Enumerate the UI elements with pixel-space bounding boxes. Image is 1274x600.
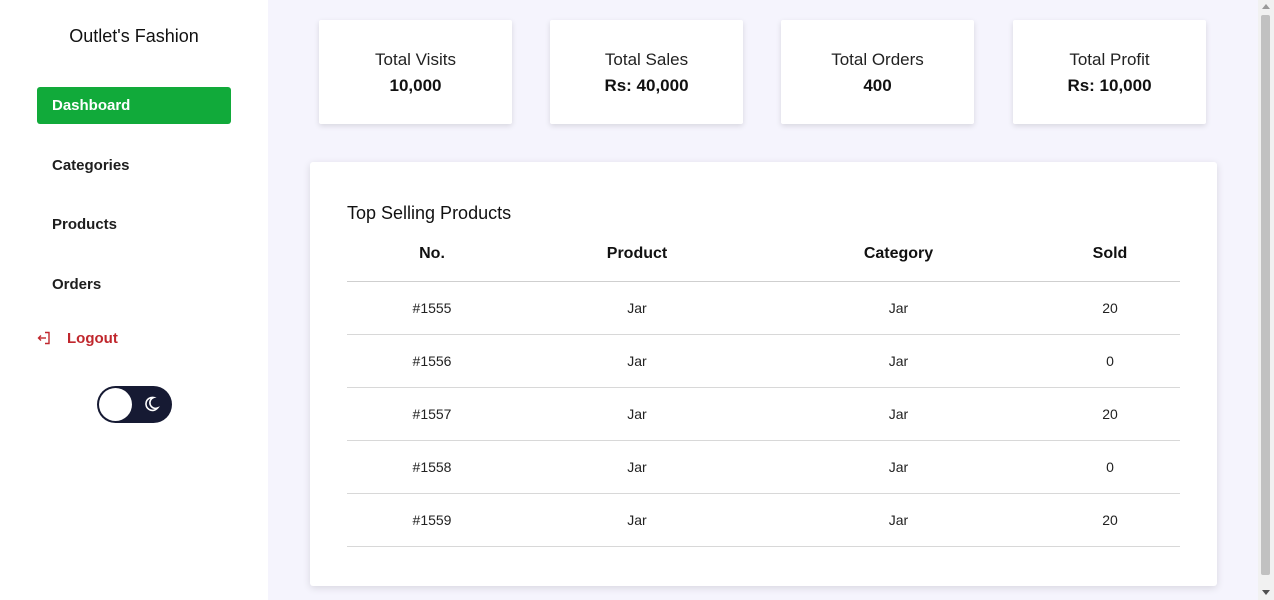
table-cell: Jar bbox=[627, 459, 647, 475]
table-cell: #1558 bbox=[412, 459, 452, 475]
sidebar-item-label: Categories bbox=[52, 157, 130, 174]
table-cell: Jar bbox=[888, 300, 909, 316]
stat-card-visits: Total Visits 10,000 bbox=[319, 20, 512, 124]
table-row: #1559 Jar Jar 20 bbox=[347, 494, 1180, 547]
table-cell: #1556 bbox=[412, 353, 452, 369]
table-cell: 20 bbox=[1102, 300, 1118, 316]
logout-label: Logout bbox=[67, 329, 118, 347]
toggle-knob bbox=[99, 388, 132, 421]
table-row: #1555 Jar Jar 20 bbox=[347, 282, 1180, 335]
products-table: No. Product Category Sold #1555 Jar Jar … bbox=[347, 234, 1180, 547]
table-cell: Jar bbox=[888, 512, 909, 528]
logout-button[interactable]: Logout bbox=[37, 327, 118, 349]
table-cell: Jar bbox=[888, 406, 909, 422]
column-header: Product bbox=[606, 244, 668, 262]
table-cell: #1557 bbox=[412, 406, 452, 422]
stat-value: Rs: 40,000 bbox=[604, 76, 689, 95]
table-cell: 0 bbox=[1106, 353, 1114, 369]
sidebar-item-label: Dashboard bbox=[52, 97, 131, 114]
table-row: #1556 Jar Jar 0 bbox=[347, 335, 1180, 388]
stat-value: Rs: 10,000 bbox=[1067, 76, 1152, 95]
column-header: Category bbox=[863, 244, 934, 262]
scroll-up-icon[interactable] bbox=[1262, 4, 1270, 9]
stat-label: Total Profit bbox=[1069, 50, 1150, 69]
top-selling-panel: Top Selling Products No. Product Categor… bbox=[310, 162, 1217, 586]
stat-label: Total Visits bbox=[375, 50, 456, 69]
brand-title: Outlet's Fashion bbox=[69, 26, 199, 46]
table-row: #1558 Jar Jar 0 bbox=[347, 441, 1180, 494]
moon-icon bbox=[145, 396, 160, 412]
theme-toggle[interactable] bbox=[97, 386, 172, 423]
table-cell: Jar bbox=[627, 353, 647, 369]
table-cell: #1559 bbox=[412, 512, 452, 528]
scroll-down-icon[interactable] bbox=[1262, 590, 1270, 595]
table-header: No. Product Category Sold bbox=[347, 234, 1180, 282]
stat-label: Total Orders bbox=[831, 50, 924, 69]
table-cell: 0 bbox=[1106, 459, 1114, 475]
table-cell: Jar bbox=[627, 512, 647, 528]
logout-icon bbox=[37, 331, 50, 345]
stat-value: 10,000 bbox=[389, 76, 442, 95]
table-cell: 20 bbox=[1102, 406, 1118, 422]
table-cell: Jar bbox=[627, 300, 647, 316]
sidebar-item-products[interactable]: Products bbox=[37, 206, 231, 243]
table-cell: 20 bbox=[1102, 512, 1118, 528]
table-cell: Jar bbox=[888, 353, 909, 369]
stat-card-sales: Total Sales Rs: 40,000 bbox=[550, 20, 743, 124]
table-cell: #1555 bbox=[412, 300, 452, 316]
panel-title: Top Selling Products bbox=[347, 203, 512, 223]
stat-label: Total Sales bbox=[604, 50, 689, 69]
sidebar-item-orders[interactable]: Orders bbox=[37, 266, 231, 303]
stat-card-orders: Total Orders 400 bbox=[781, 20, 974, 124]
sidebar-item-dashboard[interactable]: Dashboard bbox=[37, 87, 231, 124]
sidebar: Outlet's Fashion Dashboard Categories Pr… bbox=[0, 0, 268, 600]
column-header: Sold bbox=[1092, 244, 1128, 262]
stat-card-profit: Total Profit Rs: 10,000 bbox=[1013, 20, 1206, 124]
stat-value: 400 bbox=[863, 76, 892, 95]
scrollbar-thumb[interactable] bbox=[1261, 15, 1270, 575]
sidebar-item-label: Products bbox=[52, 216, 118, 233]
sidebar-item-categories[interactable]: Categories bbox=[37, 147, 231, 184]
sidebar-item-label: Orders bbox=[52, 276, 102, 293]
table-row: #1557 Jar Jar 20 bbox=[347, 388, 1180, 441]
table-cell: Jar bbox=[888, 459, 909, 475]
vertical-scrollbar[interactable] bbox=[1258, 0, 1274, 600]
table-cell: Jar bbox=[627, 406, 647, 422]
column-header: No. bbox=[419, 244, 445, 262]
